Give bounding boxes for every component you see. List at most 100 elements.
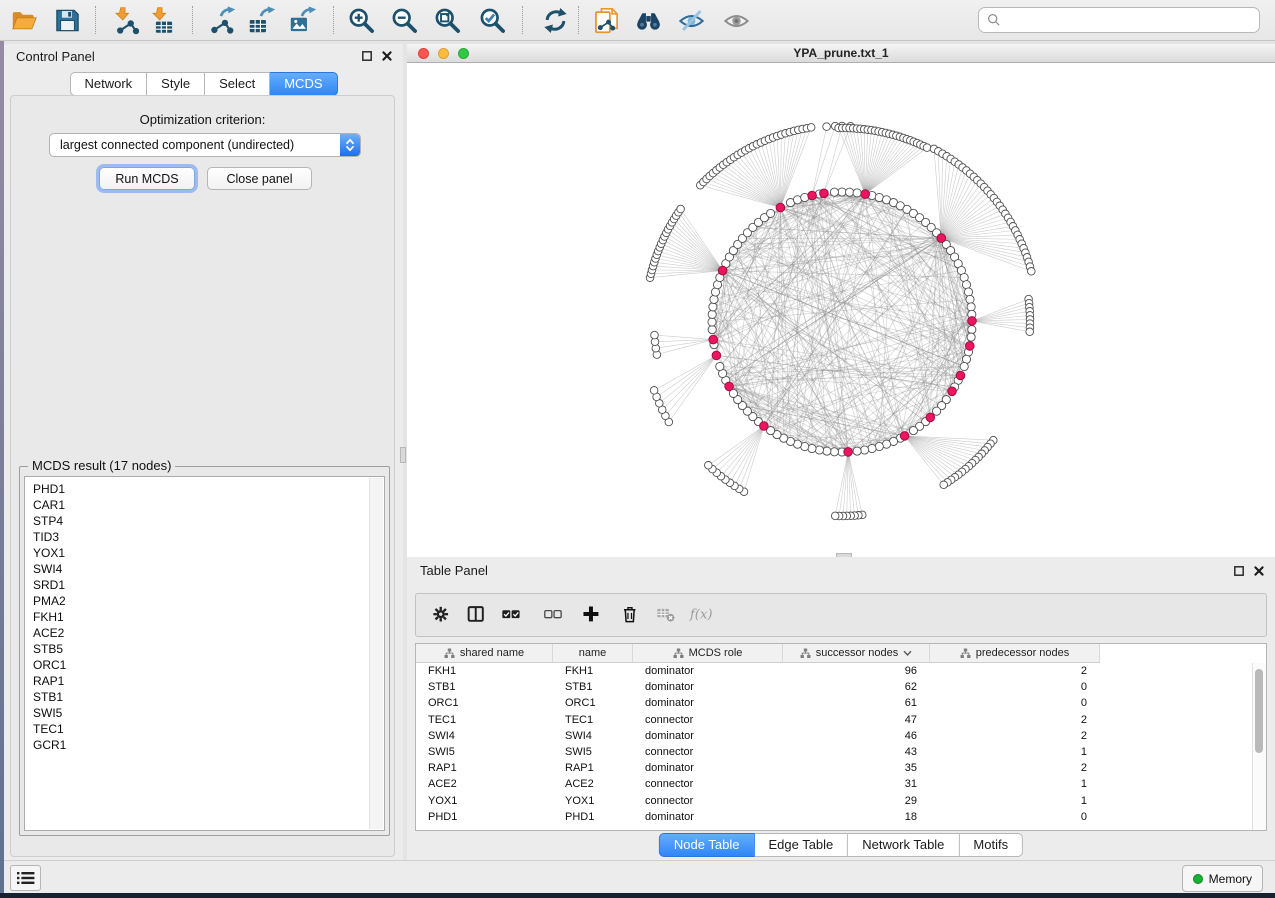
graph-ring-node[interactable] bbox=[823, 447, 831, 455]
select-all-rows-icon[interactable] bbox=[501, 604, 524, 627]
float-panel-icon[interactable] bbox=[1233, 565, 1245, 577]
network-window-titlebar[interactable]: YPA_prune.txt_1 bbox=[407, 44, 1275, 63]
refresh-layout-icon[interactable] bbox=[541, 6, 570, 35]
table-row[interactable]: TEC1TEC1connector472 bbox=[416, 712, 1100, 728]
clone-network-icon[interactable] bbox=[592, 6, 621, 35]
table-row[interactable]: ACE2ACE2connector311 bbox=[416, 776, 1100, 792]
search-binoculars-icon[interactable] bbox=[634, 6, 663, 35]
graph-mcds-node[interactable] bbox=[760, 422, 769, 431]
graph-mcds-node[interactable] bbox=[948, 387, 957, 396]
tab-motifs[interactable]: Motifs bbox=[959, 833, 1023, 857]
graph-mcds-node[interactable] bbox=[900, 432, 909, 441]
graph-mcds-node[interactable] bbox=[776, 203, 785, 212]
graph-ring-node[interactable] bbox=[830, 448, 838, 456]
graph-ring-node[interactable] bbox=[853, 189, 861, 197]
mcds-result-node[interactable]: PHD1 bbox=[33, 481, 66, 497]
table-row[interactable]: SWI5SWI5connector431 bbox=[416, 744, 1100, 760]
mcds-result-node[interactable]: GCR1 bbox=[33, 737, 66, 753]
mcds-result-node[interactable]: CAR1 bbox=[33, 497, 66, 513]
tab-select[interactable]: Select bbox=[205, 72, 270, 96]
graph-ring-node[interactable] bbox=[708, 310, 716, 318]
graph-ring-node[interactable] bbox=[846, 188, 854, 196]
table-scrollbar-thumb[interactable] bbox=[1255, 669, 1263, 753]
graph-leaf-node[interactable] bbox=[677, 205, 685, 213]
graph-leaf-node[interactable] bbox=[651, 331, 659, 339]
import-network-icon[interactable] bbox=[110, 6, 139, 35]
mcds-result-node[interactable]: SRD1 bbox=[33, 577, 66, 593]
add-column-icon[interactable] bbox=[581, 604, 604, 627]
vertical-splitter-handle[interactable] bbox=[400, 447, 406, 463]
mcds-result-node[interactable]: ACE2 bbox=[33, 625, 66, 641]
node-table[interactable]: shared namenameMCDS rolesuccessor nodesp… bbox=[415, 643, 1267, 831]
graph-mcds-node[interactable] bbox=[712, 351, 721, 360]
graph-mcds-node[interactable] bbox=[844, 448, 853, 457]
graph-ring-node[interactable] bbox=[966, 295, 974, 303]
mcds-result-node[interactable]: RAP1 bbox=[33, 673, 66, 689]
graph-ring-node[interactable] bbox=[868, 444, 876, 452]
zoom-in-icon[interactable] bbox=[347, 6, 376, 35]
graph-ring-node[interactable] bbox=[853, 447, 861, 455]
graph-leaf-node[interactable] bbox=[831, 512, 839, 520]
graph-leaf-node[interactable] bbox=[1026, 328, 1034, 336]
tab-mcds[interactable]: MCDS bbox=[270, 72, 337, 96]
graph-ring-node[interactable] bbox=[861, 446, 869, 454]
mcds-result-node[interactable]: STP4 bbox=[33, 513, 66, 529]
show-columns-icon[interactable] bbox=[466, 604, 489, 627]
graph-ring-node[interactable] bbox=[708, 318, 716, 326]
graph-leaf-node[interactable] bbox=[923, 144, 931, 152]
graph-ring-node[interactable] bbox=[767, 209, 775, 217]
graph-mcds-node[interactable] bbox=[968, 317, 977, 326]
column-header-shared-name[interactable]: shared name bbox=[416, 644, 553, 663]
graph-ring-node[interactable] bbox=[960, 362, 968, 370]
table-scrollbar[interactable] bbox=[1252, 663, 1266, 830]
mcds-result-node[interactable]: TEC1 bbox=[33, 721, 66, 737]
import-table-icon[interactable] bbox=[147, 6, 176, 35]
graph-mcds-node[interactable] bbox=[725, 382, 734, 391]
close-panel-button[interactable]: Close panel bbox=[207, 167, 312, 190]
graph-leaf-node[interactable] bbox=[1028, 268, 1036, 276]
graph-ring-node[interactable] bbox=[967, 333, 975, 341]
mcds-result-node[interactable]: PMA2 bbox=[33, 593, 66, 609]
graph-leaf-node[interactable] bbox=[650, 387, 658, 395]
delete-column-icon[interactable] bbox=[620, 604, 643, 627]
tab-network-table[interactable]: Network Table bbox=[848, 833, 959, 857]
column-header-MCDS-role[interactable]: MCDS role bbox=[633, 644, 783, 663]
column-header-successor-nodes[interactable]: successor nodes bbox=[783, 644, 930, 663]
graph-leaf-node[interactable] bbox=[940, 481, 948, 489]
graph-leaf-node[interactable] bbox=[705, 462, 713, 470]
tab-edge-table[interactable]: Edge Table bbox=[754, 833, 848, 857]
table-row[interactable]: SWI4SWI4dominator462 bbox=[416, 728, 1100, 744]
export-table-icon[interactable] bbox=[247, 6, 276, 35]
mcds-result-scrollbar[interactable] bbox=[369, 478, 383, 829]
graph-mcds-node[interactable] bbox=[937, 234, 946, 243]
network-view-canvas[interactable] bbox=[407, 63, 1275, 557]
table-row[interactable]: FKH1FKH1dominator962 bbox=[416, 663, 1100, 679]
graph-ring-node[interactable] bbox=[838, 188, 846, 196]
mcds-result-node[interactable]: SWI5 bbox=[33, 705, 66, 721]
table-row[interactable]: STB1STB1dominator620 bbox=[416, 679, 1100, 695]
tab-node-table[interactable]: Node Table bbox=[659, 833, 755, 857]
mcds-result-node[interactable]: SWI4 bbox=[33, 561, 66, 577]
graph-ring-node[interactable] bbox=[830, 188, 838, 196]
mcds-result-node[interactable]: ORC1 bbox=[33, 657, 66, 673]
zoom-out-icon[interactable] bbox=[390, 6, 419, 35]
search-box[interactable] bbox=[978, 7, 1260, 33]
graph-mcds-node[interactable] bbox=[718, 266, 727, 275]
graph-ring-node[interactable] bbox=[716, 362, 724, 370]
mcds-result-node[interactable]: STB5 bbox=[33, 641, 66, 657]
graph-ring-node[interactable] bbox=[708, 326, 716, 334]
panel-menu-button[interactable] bbox=[10, 865, 41, 891]
mcds-result-node[interactable]: STB1 bbox=[33, 689, 66, 705]
table-row[interactable]: YOX1YOX1connector291 bbox=[416, 793, 1100, 809]
optimization-criterion-select[interactable]: largest connected component (undirected) bbox=[49, 133, 361, 157]
column-header-predecessor-nodes[interactable]: predecessor nodes bbox=[930, 644, 1100, 663]
graph-mcds-node[interactable] bbox=[926, 413, 935, 422]
export-image-icon[interactable] bbox=[288, 6, 317, 35]
table-row[interactable]: ORC1ORC1dominator610 bbox=[416, 695, 1100, 711]
graph-mcds-node[interactable] bbox=[709, 335, 718, 344]
zoom-fit-icon[interactable] bbox=[433, 6, 462, 35]
graph-ring-node[interactable] bbox=[964, 288, 972, 296]
table-row[interactable]: PHD1PHD1dominator180 bbox=[416, 809, 1100, 825]
graph-ring-node[interactable] bbox=[710, 295, 718, 303]
close-panel-icon[interactable] bbox=[1253, 565, 1265, 577]
